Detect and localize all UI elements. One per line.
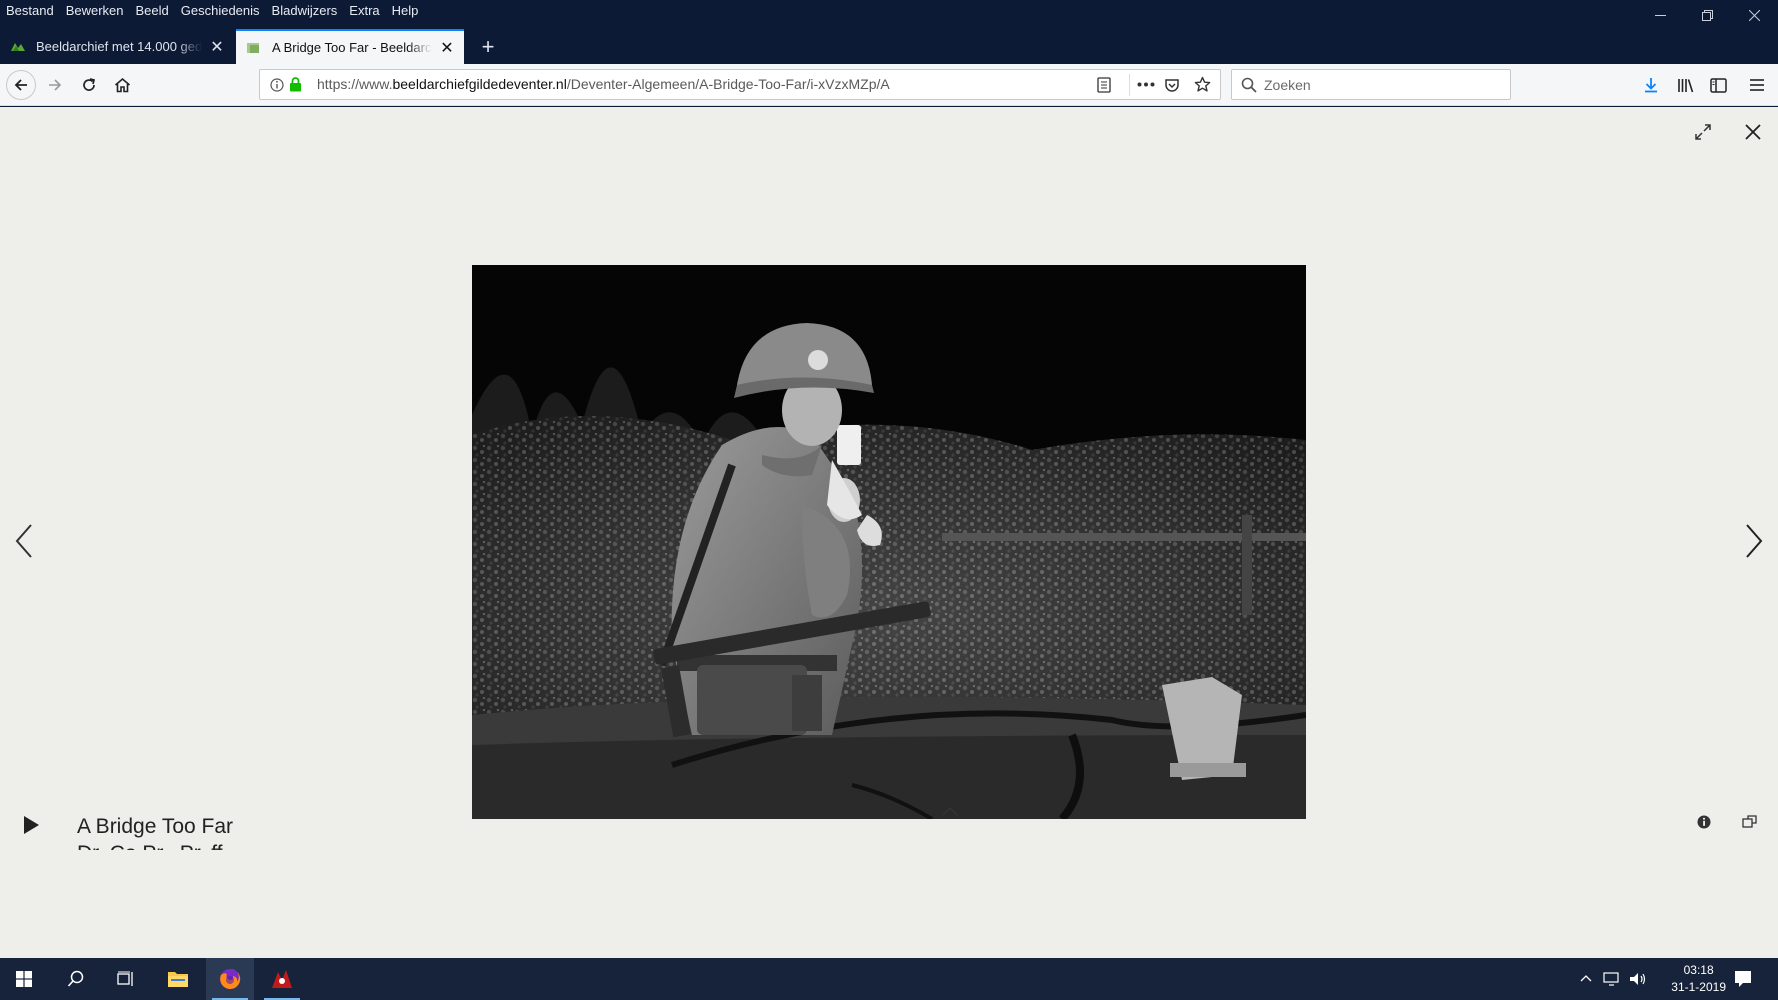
url-text[interactable]: https://www.beeldarchiefgildedeventer.nl…: [317, 70, 890, 99]
browser-chrome: Bestand Bewerken Beeld Geschiedenis Blad…: [0, 0, 1778, 64]
bookmark-star-icon[interactable]: [1194, 76, 1211, 93]
soldier-photo: [472, 265, 1306, 819]
fullscreen-icon[interactable]: [1694, 123, 1712, 141]
network-icon[interactable]: [1603, 971, 1621, 987]
tab-strip: Beeldarchief met 14.000 gedigi ✕ A Bridg…: [0, 29, 1778, 64]
forward-button[interactable]: [40, 70, 70, 100]
lightbox-photo[interactable]: [472, 265, 1306, 819]
slideshow-play-icon[interactable]: [22, 815, 40, 835]
reload-button[interactable]: [74, 70, 104, 100]
photo-subtitle: Dr. Co Pr.. Pr..ff: [77, 842, 223, 850]
photo-title: A Bridge Too Far: [77, 815, 234, 838]
forward-arrow-icon: [49, 79, 62, 91]
minimize-button[interactable]: [1637, 0, 1684, 30]
task-view-button[interactable]: [102, 958, 150, 1000]
open-menu-button[interactable]: [1742, 70, 1772, 100]
downloads-button[interactable]: [1636, 70, 1666, 100]
tab-title: Beeldarchief met 14.000 gedigi: [36, 39, 202, 54]
share-icon[interactable]: [1742, 815, 1757, 829]
tab-close-icon[interactable]: ✕: [208, 38, 226, 56]
menu-bestand[interactable]: Bestand: [0, 1, 60, 21]
restore-button[interactable]: [1684, 0, 1731, 30]
tab-title: A Bridge Too Far - Beeldarchief: [272, 40, 432, 55]
next-photo-icon[interactable]: [1744, 523, 1764, 559]
sidebar-button[interactable]: [1703, 70, 1733, 100]
previous-photo-icon[interactable]: [14, 523, 34, 559]
beeldarchief-favicon: [11, 42, 25, 51]
search-taskbar-button[interactable]: [52, 958, 100, 1000]
search-bar: [1231, 69, 1511, 100]
hamburger-menu-icon: [1750, 79, 1764, 91]
menu-beeld[interactable]: Beeld: [130, 1, 175, 21]
app-taskbar-button[interactable]: [258, 958, 306, 1000]
folder-icon: [168, 972, 188, 987]
tab-close-icon[interactable]: ✕: [438, 39, 456, 57]
plus-icon: +: [481, 33, 495, 59]
beeldarchief-favicon: [247, 42, 259, 53]
windows-taskbar: 03:18 31-1-2019: [0, 958, 1778, 1000]
reader-view-icon[interactable]: [1097, 77, 1111, 93]
navigation-toolbar: https://www.beeldarchiefgildedeventer.nl…: [0, 64, 1778, 106]
action-center-icon[interactable]: [1734, 970, 1752, 988]
download-icon: [1645, 78, 1657, 93]
close-lightbox-icon[interactable]: [1744, 123, 1762, 141]
volume-icon[interactable]: [1629, 971, 1647, 987]
file-explorer-button[interactable]: [154, 958, 202, 1000]
new-tab-button[interactable]: +: [473, 29, 503, 64]
home-button[interactable]: [107, 70, 137, 100]
address-divider: [1129, 74, 1130, 96]
url-scheme: https://www.: [317, 76, 393, 92]
firefox-taskbar-button[interactable]: [206, 958, 254, 1000]
clock-time: 03:18: [1683, 963, 1714, 977]
url-path: /Deventer-Algemeen/A-Bridge-Too-Far/i-xV…: [566, 76, 890, 92]
menu-bar: Bestand Bewerken Beeld Geschiedenis Blad…: [0, 0, 424, 22]
search-icon: [1241, 77, 1257, 93]
sidebar-icon: [1709, 77, 1727, 93]
home-icon: [114, 77, 130, 93]
search-icon: [67, 970, 84, 987]
system-clock[interactable]: 03:18 31-1-2019: [1671, 962, 1726, 996]
app-icon: [272, 970, 292, 988]
library-icon: [1677, 79, 1693, 93]
menu-help[interactable]: Help: [386, 1, 425, 21]
address-bar[interactable]: https://www.beeldarchiefgildedeventer.nl…: [259, 69, 1221, 100]
clock-date: 31-1-2019: [1671, 980, 1726, 994]
reload-icon: [83, 78, 96, 91]
windows-logo-icon: [16, 971, 32, 987]
close-icon: [1749, 9, 1760, 21]
pocket-icon[interactable]: [1164, 77, 1180, 93]
menu-bewerken[interactable]: Bewerken: [60, 1, 130, 21]
menu-bladwijzers[interactable]: Bladwijzers: [266, 1, 344, 21]
menu-extra[interactable]: Extra: [343, 1, 385, 21]
lock-icon[interactable]: [289, 77, 302, 92]
back-arrow-icon: [14, 79, 27, 91]
restore-icon: [1702, 9, 1713, 21]
caption-expand-icon[interactable]: [941, 805, 959, 817]
back-button[interactable]: [6, 70, 36, 100]
start-button[interactable]: [0, 958, 48, 1000]
tab-beeldarchief[interactable]: Beeldarchief met 14.000 gedigi ✕: [0, 29, 234, 64]
page-actions-icon[interactable]: [1137, 82, 1155, 87]
tab-a-bridge-too-far[interactable]: A Bridge Too Far - Beeldarchief ✕: [236, 29, 464, 64]
task-view-icon: [117, 971, 133, 986]
close-window-button[interactable]: [1731, 0, 1778, 30]
library-button[interactable]: [1670, 70, 1700, 100]
minimize-icon: [1655, 14, 1666, 16]
show-hidden-icons-icon[interactable]: [1580, 973, 1592, 983]
firefox-icon: [220, 968, 241, 989]
window-controls: [1637, 0, 1778, 30]
url-host: beeldarchiefgildedeventer.nl: [392, 76, 567, 92]
info-panel-icon[interactable]: [1697, 815, 1711, 829]
menu-geschiedenis[interactable]: Geschiedenis: [175, 1, 266, 21]
lightbox-viewer: A Bridge Too Far Dr. Co Pr.. Pr..ff: [0, 107, 1778, 958]
info-icon[interactable]: [270, 78, 284, 92]
search-input[interactable]: [1264, 70, 1504, 99]
